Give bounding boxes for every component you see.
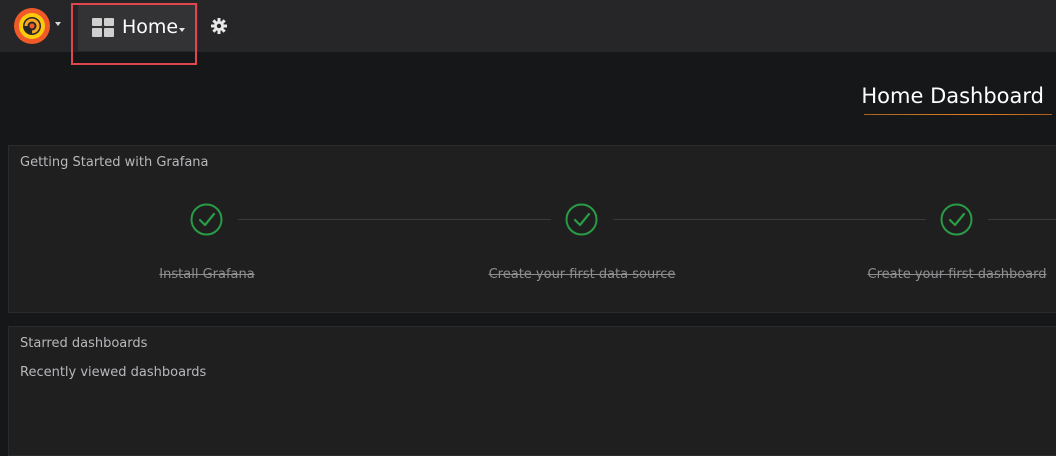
recently-viewed-dashboards-heading: Recently viewed dashboards: [20, 365, 207, 380]
starred-dashboards-heading: Starred dashboards: [20, 336, 148, 351]
progress-connector-line: [613, 219, 926, 220]
grafana-logo-icon[interactable]: [12, 7, 52, 45]
step-create-dashboard-link[interactable]: Create your first dashboard: [868, 266, 1047, 283]
home-chevron-down-icon: [179, 28, 185, 32]
check-circle-icon: [940, 203, 973, 236]
step-install-grafana-link[interactable]: Install Grafana: [159, 266, 254, 283]
getting-started-panel-title: Getting Started with Grafana: [20, 155, 209, 170]
dashboard-list-panel: [8, 326, 1056, 456]
check-circle-icon: [565, 203, 598, 236]
gear-icon[interactable]: [211, 18, 227, 34]
home-dashboard-picker-button[interactable]: Home: [78, 3, 198, 51]
step-create-data-source-link[interactable]: Create your first data source: [489, 266, 676, 283]
home-button-label: Home: [122, 16, 179, 38]
check-circle-icon: [190, 203, 223, 236]
dashboard-grid-icon: [92, 18, 114, 37]
progress-connector-line: [988, 219, 1056, 220]
dashboard-title: Home Dashboard: [861, 84, 1044, 108]
progress-connector-line: [238, 219, 551, 220]
top-navbar: Home: [0, 0, 1056, 65]
dashboard-title-underline: [864, 114, 1052, 115]
logo-chevron-down-icon[interactable]: [55, 22, 61, 26]
